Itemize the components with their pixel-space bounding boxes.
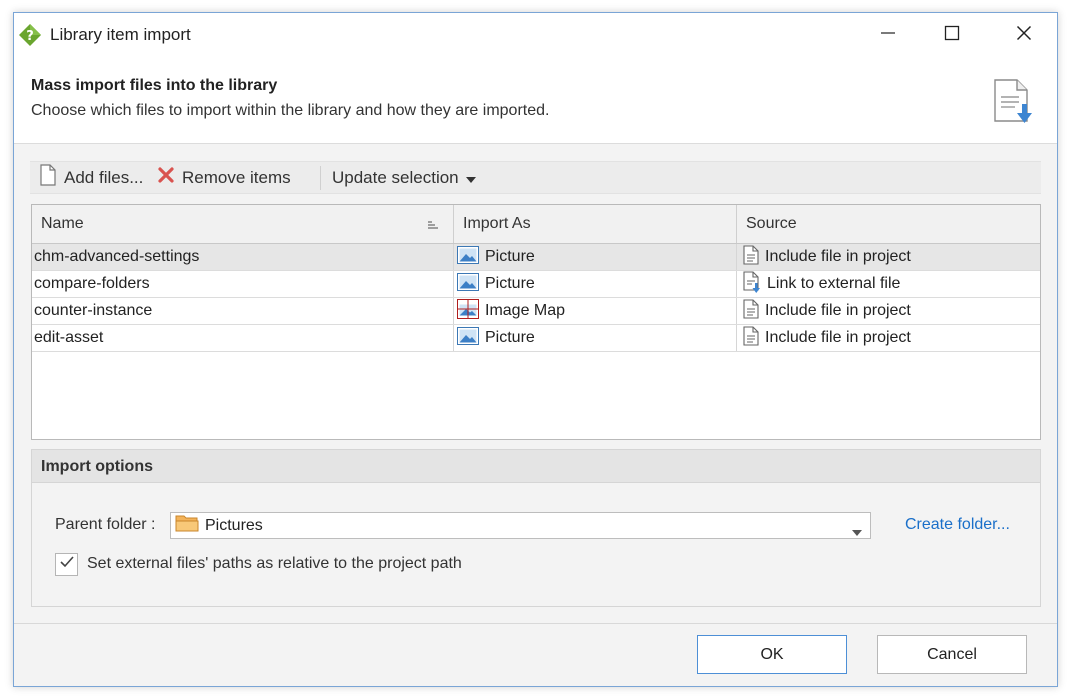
parent-folder-value: Pictures: [205, 516, 263, 534]
sort-icon: [427, 218, 439, 236]
column-header-source[interactable]: Source: [737, 205, 1040, 243]
import-as-label: Image Map: [485, 302, 566, 319]
picture-icon: [457, 272, 479, 296]
import-as-label: Picture: [485, 329, 535, 346]
header-description: Choose which files to import within the …: [31, 102, 550, 119]
remove-icon: [157, 166, 175, 189]
update-selection-label: Update selection: [332, 167, 459, 187]
minimize-icon: [880, 25, 896, 46]
minimize-button[interactable]: [860, 13, 916, 57]
add-files-label: Add files...: [64, 167, 144, 187]
svg-text:?: ?: [26, 29, 34, 44]
document-icon: [743, 244, 759, 270]
remove-items-button[interactable]: Remove items: [153, 162, 295, 193]
help-diamond-icon: ?: [18, 23, 42, 47]
document-icon: [743, 325, 759, 351]
import-options-header: Import options: [32, 450, 1040, 483]
cancel-button[interactable]: Cancel: [877, 635, 1027, 674]
close-button[interactable]: [996, 13, 1052, 57]
cell-source[interactable]: Include file in project: [737, 244, 1040, 270]
footer-divider: [14, 623, 1057, 624]
column-header-name[interactable]: Name: [32, 205, 454, 243]
import-as-label: Picture: [485, 248, 535, 265]
header-title: Mass import files into the library: [31, 77, 278, 94]
source-label: Link to external file: [767, 275, 901, 292]
cell-import-as[interactable]: Picture: [454, 271, 737, 297]
column-header-import-as[interactable]: Import As: [454, 205, 737, 243]
cell-import-as[interactable]: Image Map: [454, 298, 737, 324]
cell-name: compare-folders: [32, 271, 454, 297]
document-link-icon: [743, 270, 761, 298]
column-import-as-label: Import As: [463, 215, 531, 232]
new-document-icon: [39, 164, 57, 191]
import-as-label: Picture: [485, 275, 535, 292]
parent-folder-dropdown[interactable]: Pictures: [170, 512, 871, 539]
cell-import-as[interactable]: Picture: [454, 325, 737, 351]
files-grid: Name Import As Source chm-advanced-setti…: [31, 204, 1041, 440]
parent-folder-label: Parent folder :: [55, 516, 156, 533]
table-row[interactable]: chm-advanced-settings Picture Include fi…: [32, 244, 1040, 271]
picture-icon: [457, 245, 479, 269]
image-map-icon: [457, 298, 479, 324]
update-selection-dropdown[interactable]: Update selection: [328, 162, 480, 193]
cell-name: counter-instance: [32, 298, 454, 324]
toolbar: Add files... Remove items Update selecti…: [30, 161, 1041, 194]
toolbar-separator: [320, 166, 321, 190]
table-row[interactable]: counter-instance Image Map Include file …: [32, 298, 1040, 325]
cell-import-as[interactable]: Picture: [454, 244, 737, 270]
ok-button[interactable]: OK: [697, 635, 847, 674]
close-icon: [1016, 25, 1032, 46]
cell-name: edit-asset: [32, 325, 454, 351]
maximize-button[interactable]: [924, 13, 980, 57]
import-options-panel: Import options Parent folder : Pictures …: [31, 449, 1041, 607]
checkmark-icon: [59, 555, 75, 574]
title-bar: ? Library item import: [14, 13, 1057, 57]
cell-source[interactable]: Link to external file: [737, 270, 1040, 298]
chevron-down-icon: [852, 523, 862, 541]
cell-name: chm-advanced-settings: [32, 244, 454, 270]
dialog-header: Mass import files into the library Choos…: [14, 57, 1057, 144]
source-label: Include file in project: [765, 248, 911, 265]
folder-icon: [175, 513, 199, 538]
column-name-label: Name: [41, 215, 84, 232]
cell-source[interactable]: Include file in project: [737, 325, 1040, 351]
relative-paths-checkbox[interactable]: [55, 553, 78, 576]
import-options-title: Import options: [41, 458, 153, 475]
chevron-down-icon: [465, 168, 476, 188]
add-files-button[interactable]: Add files...: [35, 162, 147, 193]
grid-header: Name Import As Source: [32, 205, 1040, 244]
document-icon: [743, 298, 759, 324]
picture-icon: [457, 326, 479, 350]
source-label: Include file in project: [765, 329, 911, 346]
relative-paths-label[interactable]: Set external files' paths as relative to…: [87, 555, 462, 573]
maximize-icon: [944, 25, 960, 46]
cell-source[interactable]: Include file in project: [737, 298, 1040, 324]
table-row[interactable]: edit-asset Picture Include file in proje…: [32, 325, 1040, 352]
window-title: Library item import: [50, 25, 191, 44]
document-import-icon: [991, 77, 1035, 125]
create-folder-link[interactable]: Create folder...: [905, 516, 1010, 534]
table-row[interactable]: compare-folders Picture Link to external…: [32, 270, 1040, 298]
source-label: Include file in project: [765, 302, 911, 319]
remove-items-label: Remove items: [182, 167, 291, 187]
import-dialog: ? Library item import Mass import files …: [13, 12, 1058, 687]
column-source-label: Source: [746, 215, 797, 232]
